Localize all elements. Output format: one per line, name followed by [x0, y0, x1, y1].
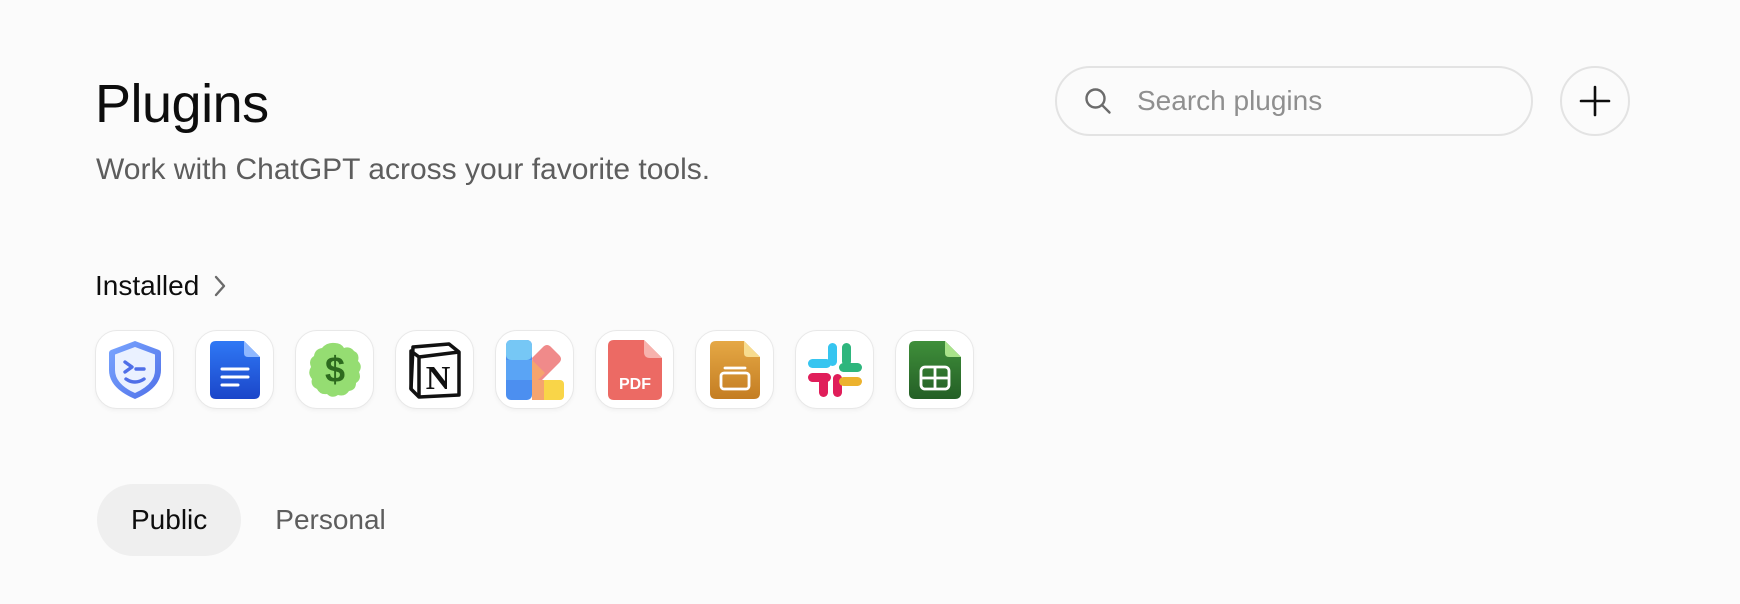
pdf-icon: PDF [607, 339, 662, 400]
color-palette-icon [505, 339, 564, 400]
installed-plugins-list: $ N PDF [95, 330, 974, 409]
document-icon [209, 340, 260, 399]
plugin-tile[interactable] [495, 330, 574, 409]
plugin-scope-tabs: Public Personal [97, 484, 420, 556]
search-icon [1083, 86, 1113, 116]
slides-icon [709, 340, 760, 399]
svg-text:N: N [425, 360, 450, 397]
installed-section-link[interactable]: Installed [95, 268, 227, 304]
plugin-tile[interactable] [195, 330, 274, 409]
shield-terminal-icon [108, 340, 161, 399]
dollar-badge-icon: $ [308, 342, 361, 397]
slack-icon [807, 342, 862, 397]
pdf-label: PDF [619, 376, 651, 393]
plus-icon [1579, 85, 1611, 117]
add-plugin-button[interactable] [1560, 66, 1630, 136]
tab-personal[interactable]: Personal [241, 484, 420, 556]
plugin-tile[interactable]: PDF [595, 330, 674, 409]
tab-public[interactable]: Public [97, 484, 242, 556]
plugin-tile[interactable] [695, 330, 774, 409]
notion-icon: N [408, 341, 461, 399]
plugin-tile[interactable] [95, 330, 174, 409]
plugin-tile[interactable]: N [395, 330, 474, 409]
plugin-tile[interactable] [795, 330, 874, 409]
search-input[interactable] [1137, 81, 1517, 121]
spreadsheet-icon [908, 340, 961, 399]
page-subtitle: Work with ChatGPT across your favorite t… [96, 153, 711, 186]
page-title: Plugins [95, 74, 269, 134]
chevron-right-icon [213, 274, 227, 298]
search-box[interactable] [1055, 66, 1533, 136]
svg-text:$: $ [324, 349, 344, 390]
installed-label: Installed [95, 270, 200, 301]
plugins-page: Plugins Work with ChatGPT across your fa… [0, 0, 1740, 604]
plugin-tile[interactable]: $ [295, 330, 374, 409]
plugin-tile[interactable] [895, 330, 974, 409]
